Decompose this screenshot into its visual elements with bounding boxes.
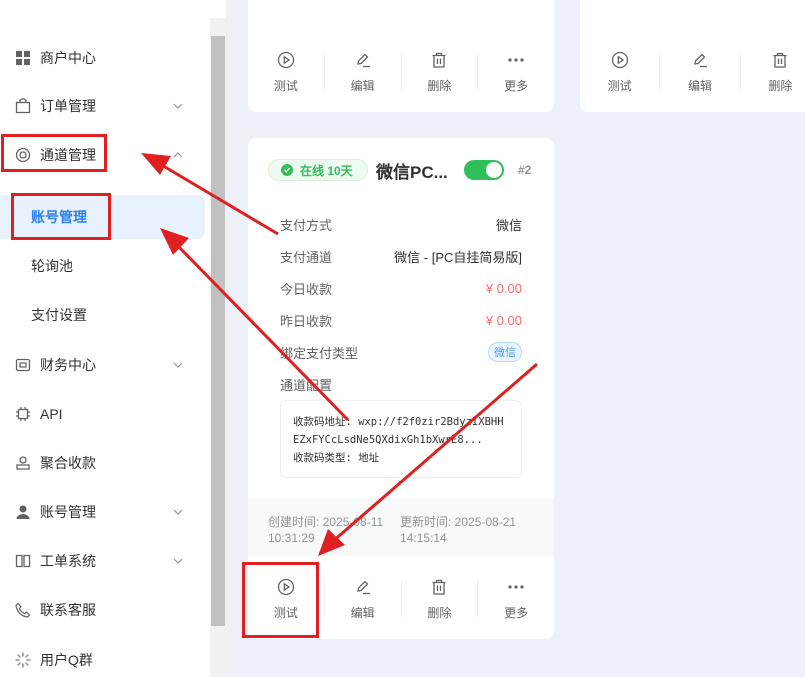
annotation-arrows xyxy=(141,153,538,556)
